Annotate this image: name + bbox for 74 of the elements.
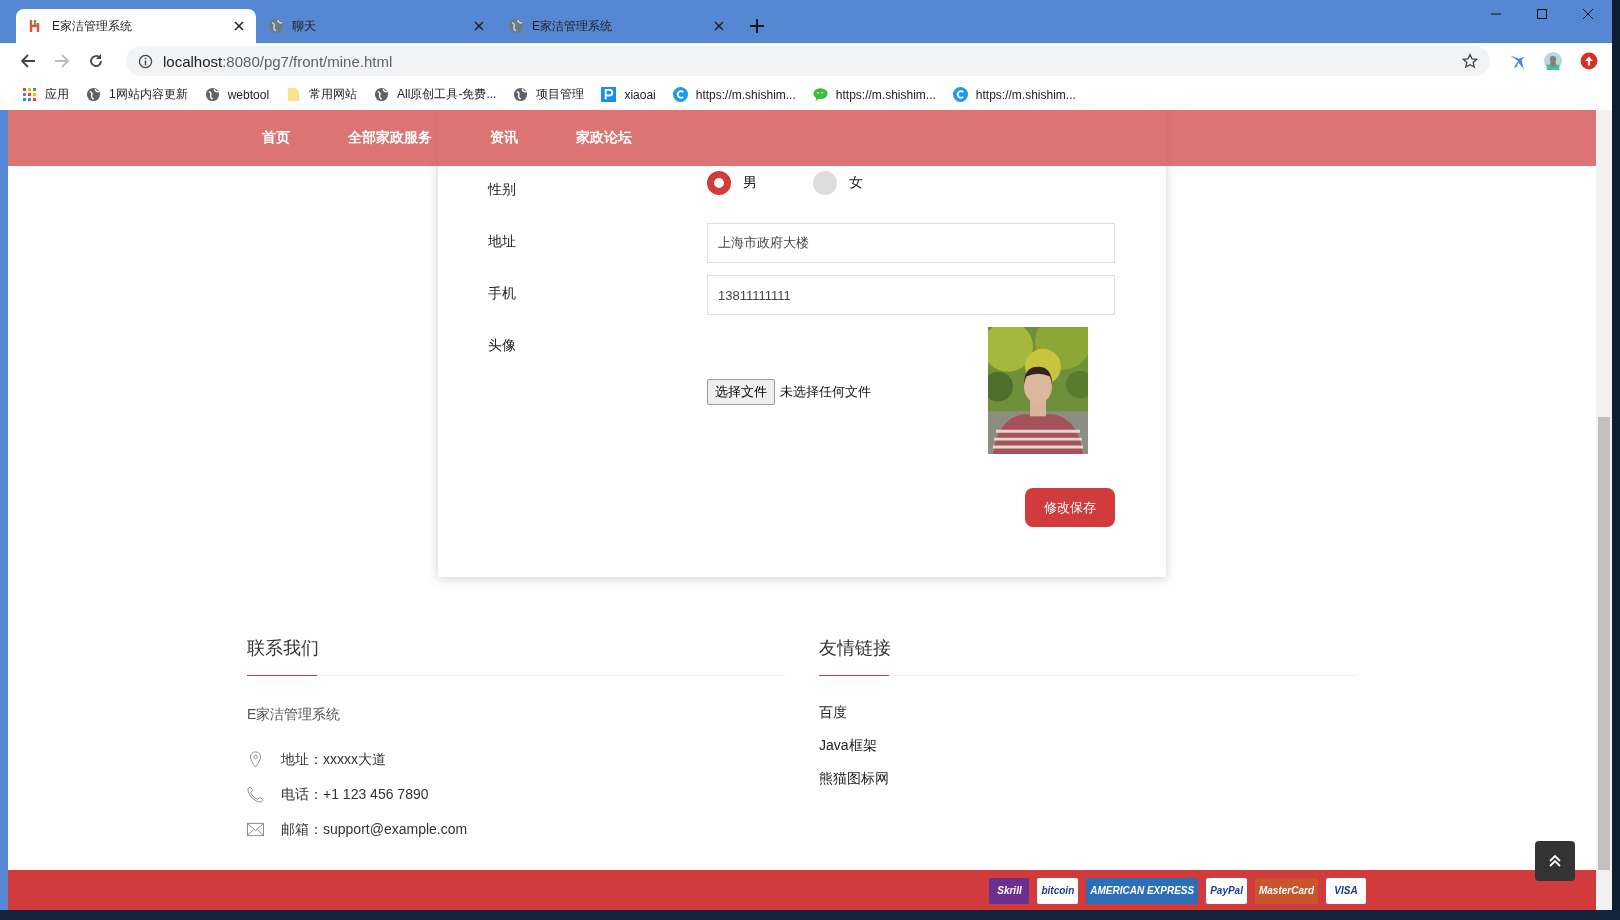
address-bar[interactable]: localhost:8080/pg7/front/mine.html [126,46,1490,76]
bookmark-item[interactable]: https://m.shishim... [672,87,796,102]
globe-icon [268,18,284,34]
radio-label: 男 [743,174,757,192]
tab-title: E家洁管理系统 [52,17,133,35]
browser-tab[interactable]: E家洁管理系统 [16,9,256,43]
bookmark-item[interactable]: https://m.shishim... [952,87,1076,102]
field-label: 手机 [488,284,517,303]
bookmark-item[interactable]: 项目管理 [513,86,585,103]
back-arrow-icon[interactable] [20,53,36,69]
url-text: localhost:8080/pg7/front/mine.html [163,52,394,70]
radio-button[interactable] [813,171,837,195]
browser-tab[interactable]: 聊天 [256,9,496,43]
tab-title: 聊天 [292,17,317,35]
radio-label: 女 [849,174,863,192]
scrollbar[interactable] [1596,110,1612,910]
payment-badge: AMERICAN EXPRESS [1086,878,1199,904]
bookmark-item[interactable]: 常用网站 [286,86,358,103]
footer-link[interactable]: 熊猫图标网 [819,770,889,805]
save-button[interactable]: 修改保存 [1025,488,1115,527]
maximize-icon[interactable] [1536,8,1548,20]
close-icon[interactable] [234,21,244,31]
choose-file-button[interactable]: 选择文件 [707,379,775,405]
circle-icon [672,87,688,102]
payment-badge: bitcoin [1037,878,1079,904]
text-input[interactable]: 13811111111 [707,275,1115,315]
browser-tab[interactable]: E家洁管理系统 [496,9,736,43]
section-heading: 联系我们 [247,637,319,660]
globe-icon [86,87,101,102]
info-icon [138,53,153,69]
apps-grid-icon [22,87,37,102]
globe-icon [204,87,220,102]
bookmark-item[interactable]: xiaoai [601,87,656,102]
location-pin-icon [247,751,264,768]
bookmark-item[interactable]: 1网站内容更新 [86,86,188,103]
payment-badge: PayPal [1206,878,1247,904]
text-input[interactable]: 上海市政府大楼 [707,223,1115,263]
contact-text: 地址：xxxxx大道 [281,750,386,769]
payment-badge: MasterCard [1254,878,1318,904]
contact-text: 邮箱：support@example.com [281,820,468,839]
bookmark-item[interactable]: webtool [204,87,270,102]
radio-button[interactable] [707,171,731,195]
folder-icon [286,87,302,102]
bird-icon[interactable] [1508,52,1526,70]
mail-icon [247,821,264,838]
bookmark-item[interactable]: All原创工具-免费... [374,86,497,103]
field-label: 头像 [488,336,517,355]
globe-icon [374,87,390,102]
phone-icon [247,786,264,803]
update-icon[interactable] [1580,52,1598,70]
tab-title: E家洁管理系统 [532,17,613,35]
footer-link[interactable]: 百度 [819,704,847,739]
globe-icon [508,18,524,34]
reload-icon[interactable] [88,53,104,69]
back-to-top-button[interactable] [1535,841,1575,881]
payment-badge: Skrill [989,878,1030,904]
circle-icon [952,87,968,102]
field-label: 性别 [488,180,517,199]
footer-link[interactable]: Java框架 [819,737,877,772]
star-icon[interactable] [1462,53,1478,69]
chat-bubble-icon [812,87,828,102]
file-status: 未选择任何文件 [780,383,871,401]
bookmark-item[interactable]: 应用 [22,86,69,103]
plus-icon[interactable] [750,19,764,33]
field-label: 地址 [488,232,517,251]
double-chevron-up-icon [1548,854,1562,868]
section-heading: 友情链接 [819,637,891,660]
globe-icon [513,87,529,102]
company-name: E家洁管理系统 [247,706,341,724]
square-icon [601,87,617,102]
contact-text: 电话：+1 123 456 7890 [281,785,429,804]
bookmark-item[interactable]: https://m.shishim... [812,87,936,102]
avatar-icon[interactable] [1544,52,1562,70]
payment-badge: VISA [1326,878,1366,904]
